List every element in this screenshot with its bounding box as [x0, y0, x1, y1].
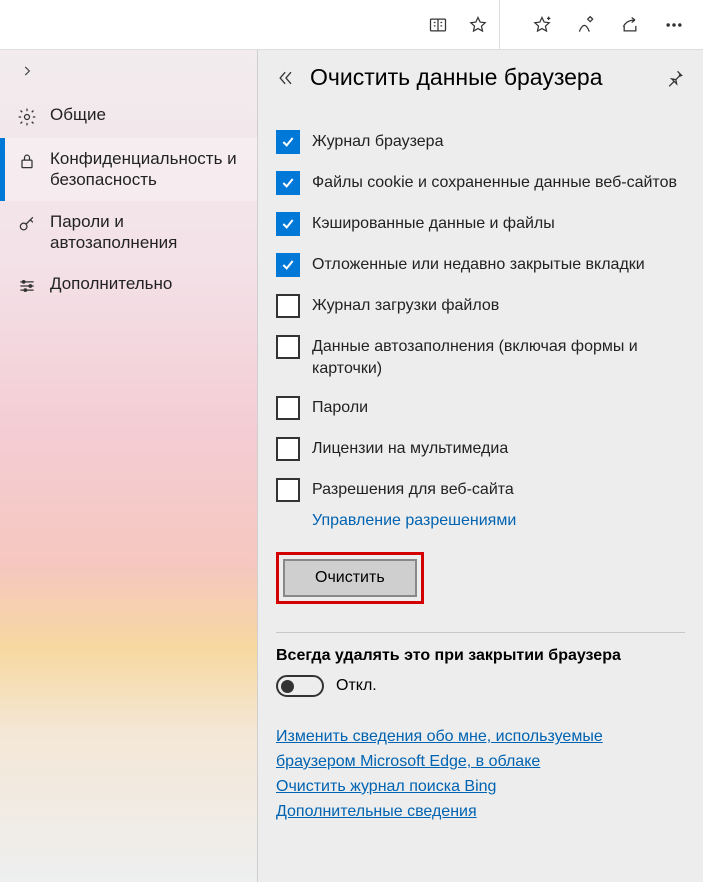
- more-icon[interactable]: [663, 14, 685, 36]
- manage-permissions-link[interactable]: Управление разрешениями: [312, 512, 685, 530]
- checkbox-unchecked-icon[interactable]: [276, 335, 300, 359]
- cb-row-media-licenses[interactable]: Лицензии на мультимедиа: [276, 428, 685, 469]
- sidebar-item-label: Дополнительно: [50, 273, 172, 294]
- checkbox-checked-icon[interactable]: [276, 171, 300, 195]
- clear-button[interactable]: Очистить: [283, 559, 417, 597]
- sidebar-item-general[interactable]: Общие: [0, 94, 257, 138]
- checkbox-unchecked-icon[interactable]: [276, 478, 300, 502]
- always-clear-toggle[interactable]: [276, 675, 324, 697]
- clear-button-highlight: Очистить: [276, 552, 424, 604]
- panel-header: Очистить данные браузера: [276, 64, 685, 91]
- back-chevrons-icon[interactable]: [276, 68, 296, 88]
- learn-more-link[interactable]: Дополнительные сведения: [276, 800, 477, 825]
- bing-history-link[interactable]: Очистить журнал поиска Bing: [276, 775, 496, 800]
- add-favorite-icon[interactable]: [531, 14, 553, 36]
- checkbox-checked-icon[interactable]: [276, 130, 300, 154]
- sidebar-item-label: Общие: [50, 104, 106, 125]
- cb-row-cache[interactable]: Кэшированные данные и файлы: [276, 203, 685, 244]
- cb-label: Разрешения для веб-сайта: [312, 477, 514, 501]
- inking-icon[interactable]: [575, 14, 597, 36]
- divider: [276, 632, 685, 633]
- chrome-actions: [500, 14, 703, 36]
- checkbox-unchecked-icon[interactable]: [276, 437, 300, 461]
- sliders-icon: [16, 275, 38, 297]
- sidebar-item-label: Конфиденциальность и безопасность: [50, 148, 243, 191]
- always-clear-toggle-row: Откл.: [276, 675, 685, 697]
- cb-label: Пароли: [312, 395, 368, 419]
- pin-icon[interactable]: [665, 68, 685, 88]
- panel-title: Очистить данные браузера: [310, 64, 651, 91]
- clear-data-panel: Очистить данные браузера Журнал браузера…: [258, 50, 703, 882]
- cb-label: Журнал загрузки файлов: [312, 293, 499, 317]
- favorite-star-icon[interactable]: [467, 14, 489, 36]
- cb-row-autofill[interactable]: Данные автозаполнения (включая формы и к…: [276, 326, 685, 387]
- checkbox-checked-icon[interactable]: [276, 253, 300, 277]
- sidebar-item-passwords[interactable]: Пароли и автозаполнения: [0, 201, 257, 264]
- lock-icon: [16, 150, 38, 172]
- cb-row-cookies[interactable]: Файлы cookie и сохраненные данные веб-са…: [276, 162, 685, 203]
- address-bar-area: [0, 0, 500, 49]
- cb-row-passwords[interactable]: Пароли: [276, 387, 685, 428]
- sidebar-item-label: Пароли и автозаполнения: [50, 211, 243, 254]
- cb-label: Журнал браузера: [312, 129, 443, 153]
- checkbox-unchecked-icon[interactable]: [276, 396, 300, 420]
- cb-row-history[interactable]: Журнал браузера: [276, 121, 685, 162]
- checkbox-unchecked-icon[interactable]: [276, 294, 300, 318]
- toggle-state-label: Откл.: [336, 677, 377, 695]
- cloud-info-link[interactable]: Изменить сведения обо мне, используемые …: [276, 725, 685, 775]
- cb-label: Кэшированные данные и файлы: [312, 211, 555, 235]
- sidebar-item-advanced[interactable]: Дополнительно: [0, 263, 257, 307]
- browser-chrome-bar: [0, 0, 703, 50]
- cb-label: Лицензии на мультимедиа: [312, 436, 508, 460]
- checkbox-checked-icon[interactable]: [276, 212, 300, 236]
- settings-sidebar: Общие Конфиденциальность и безопасность …: [0, 50, 258, 882]
- cb-label: Отложенные или недавно закрытые вкладки: [312, 252, 645, 276]
- key-icon: [16, 213, 38, 235]
- cb-row-downloads[interactable]: Журнал загрузки файлов: [276, 285, 685, 326]
- share-icon[interactable]: [619, 14, 641, 36]
- sidebar-forward-chevron[interactable]: [0, 56, 257, 94]
- cb-label: Данные автозаполнения (включая формы и к…: [312, 334, 685, 379]
- cb-row-tabs[interactable]: Отложенные или недавно закрытые вкладки: [276, 244, 685, 285]
- cb-label: Файлы cookie и сохраненные данные веб-са…: [312, 170, 677, 194]
- footer-links: Изменить сведения обо мне, используемые …: [276, 725, 685, 824]
- reading-view-icon[interactable]: [427, 14, 449, 36]
- cb-row-site-permissions[interactable]: Разрешения для веб-сайта: [276, 469, 685, 510]
- sidebar-item-privacy[interactable]: Конфиденциальность и безопасность: [0, 138, 257, 201]
- checkbox-list: Журнал браузера Файлы cookie и сохраненн…: [276, 121, 685, 530]
- workspace: Общие Конфиденциальность и безопасность …: [0, 50, 703, 882]
- always-clear-heading: Всегда удалять это при закрытии браузера: [276, 647, 685, 665]
- gear-icon: [16, 106, 38, 128]
